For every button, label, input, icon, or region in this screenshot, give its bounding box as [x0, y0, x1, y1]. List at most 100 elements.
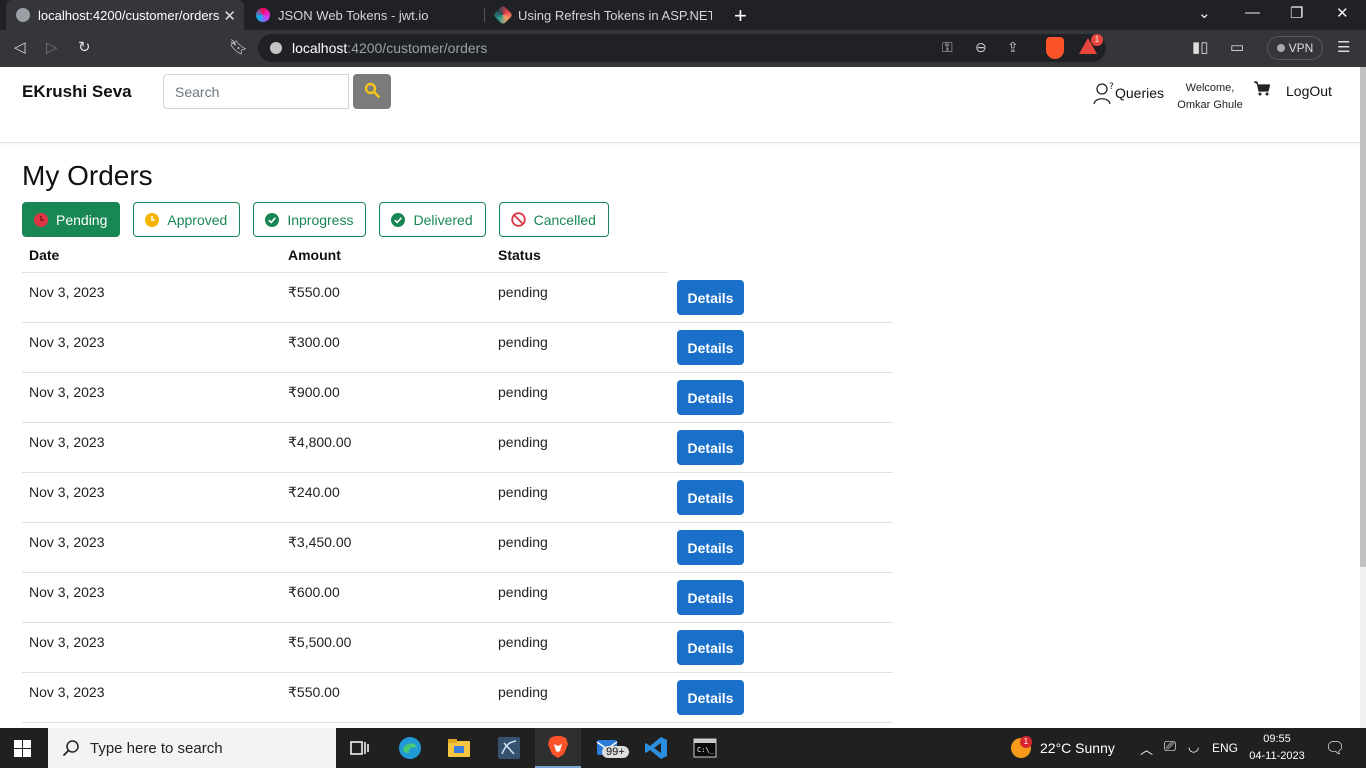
sidebar-icon[interactable]: ▮▯	[1192, 39, 1209, 57]
search-input[interactable]	[163, 74, 349, 109]
order-amount: ₹600.00	[288, 584, 340, 600]
order-date: Nov 3, 2023	[29, 434, 105, 450]
tab-divider	[484, 8, 485, 22]
bookmark-icon[interactable]: 🔖︎	[229, 39, 248, 57]
weather-text[interactable]: 22°C Sunny	[1040, 740, 1115, 756]
edge-browser-icon[interactable]	[387, 728, 433, 768]
weather-badge: 1	[1020, 736, 1032, 748]
filter-label: Inprogress	[287, 211, 354, 228]
check-green-icon	[391, 212, 406, 227]
forward-icon[interactable]: ▷	[46, 39, 58, 57]
vpn-label: VPN	[1288, 41, 1314, 55]
filter-label: Cancelled	[533, 211, 596, 228]
order-status: pending	[498, 384, 548, 400]
details-button[interactable]: Details	[677, 280, 744, 315]
address-bar[interactable]: localhost:4200/customer/orders ⚿ ⊖ ⇪ 1	[258, 34, 1106, 62]
details-button[interactable]: Details	[677, 430, 744, 465]
site-info-icon[interactable]	[270, 42, 282, 54]
logout-link[interactable]: LogOut	[1286, 83, 1332, 99]
table-row: Nov 3, 2023 ₹4,800.00 pending Details	[22, 423, 893, 473]
search-icon	[364, 82, 380, 98]
zoom-icon[interactable]: ⊖	[975, 39, 987, 56]
table-header: Date Amount Status	[22, 241, 668, 273]
back-icon[interactable]: ◁	[14, 39, 26, 57]
queries-link[interactable]: ? Queries	[1093, 81, 1164, 105]
windows-start-icon[interactable]	[14, 740, 31, 757]
search-button[interactable]	[353, 74, 391, 109]
taskbar-search[interactable]: Type here to search	[48, 728, 336, 768]
share-icon[interactable]: ⇪	[1007, 39, 1019, 56]
task-view-icon[interactable]	[337, 728, 383, 768]
filter-approved-button[interactable]: Approved	[133, 202, 241, 237]
brave-shield-icon[interactable]	[1046, 37, 1064, 59]
tab-jwt[interactable]: JSON Web Tokens - jwt.io	[246, 0, 482, 30]
file-explorer-icon[interactable]	[436, 728, 482, 768]
chevron-up-icon[interactable]: ︿	[1140, 739, 1153, 758]
order-status: pending	[498, 334, 548, 350]
terminal-icon[interactable]: C:\_	[682, 728, 728, 768]
brand-logo[interactable]: EKrushi Seva	[22, 82, 132, 102]
mail-icon[interactable]: 99+	[586, 728, 632, 768]
close-tab-icon[interactable]: ✕	[223, 7, 236, 25]
restore-icon[interactable]: ❐	[1290, 4, 1303, 22]
brave-browser-icon[interactable]	[535, 728, 581, 768]
taskbar-clock[interactable]: 09:55 04-11-2023	[1240, 731, 1314, 765]
table-row: Nov 3, 2023 ₹5,500.00 pending Details	[22, 623, 893, 673]
wifi-icon[interactable]: ◡	[1188, 739, 1199, 755]
order-amount: ₹550.00	[288, 284, 340, 300]
language-indicator[interactable]: ENG	[1212, 741, 1238, 755]
order-amount: ₹900.00	[288, 384, 340, 400]
sql-server-icon[interactable]	[486, 728, 532, 768]
details-button[interactable]: Details	[677, 380, 744, 415]
filter-delivered-button[interactable]: Delivered	[379, 202, 486, 237]
order-amount: ₹550.00	[288, 684, 340, 700]
vpn-button[interactable]: VPN	[1267, 36, 1323, 60]
user-name: Omkar Ghule	[1177, 99, 1243, 111]
details-button[interactable]: Details	[677, 630, 744, 665]
tab-orders[interactable]: localhost:4200/customer/orders ✕	[6, 0, 244, 30]
details-button[interactable]: Details	[677, 480, 744, 515]
search-icon	[62, 740, 79, 757]
window-close-icon[interactable]: ✕	[1336, 4, 1349, 22]
clock-red-icon	[34, 212, 48, 227]
filter-pending-button[interactable]: Pending	[22, 202, 121, 237]
page-scrollbar[interactable]	[1360, 67, 1366, 728]
clock-yellow-icon	[145, 212, 160, 227]
url-text[interactable]: localhost:4200/customer/orders	[292, 40, 487, 56]
welcome-text: Welcome, Omkar Ghule	[1172, 80, 1248, 114]
ban-red-icon	[510, 212, 526, 227]
column-header-status: Status	[498, 247, 541, 263]
filter-inprogress-button[interactable]: Inprogress	[253, 202, 367, 237]
cart-icon[interactable]	[1254, 81, 1271, 101]
details-button[interactable]: Details	[677, 580, 744, 615]
reload-icon[interactable]: ↻	[78, 39, 91, 57]
user-question-icon: ?	[1093, 82, 1114, 105]
network-icon[interactable]: ⎚	[1164, 738, 1176, 755]
details-button[interactable]: Details	[677, 680, 744, 715]
jwt-logo-icon	[256, 8, 270, 22]
tab-refresh-tokens[interactable]: Using Refresh Tokens in ASP.NET Core	[486, 0, 722, 30]
order-date: Nov 3, 2023	[29, 634, 105, 650]
key-icon[interactable]: ⚿	[942, 39, 953, 56]
column-header-date: Date	[29, 247, 60, 263]
order-date: Nov 3, 2023	[29, 534, 105, 550]
queries-label: Queries	[1115, 85, 1165, 101]
order-status: pending	[498, 434, 548, 450]
wallet-icon[interactable]: ▭	[1230, 39, 1244, 57]
details-button[interactable]: Details	[677, 530, 744, 565]
status-filter-group: Pending Approved Inprogress Delivered Ca…	[22, 202, 622, 237]
scrollbar-thumb[interactable]	[1360, 67, 1366, 567]
order-date: Nov 3, 2023	[29, 584, 105, 600]
tab-search-icon[interactable]: ⌄	[1198, 4, 1211, 22]
new-tab-icon[interactable]: +	[734, 3, 747, 29]
menu-icon[interactable]: ☰	[1337, 39, 1350, 57]
taskbar-search-placeholder: Type here to search	[90, 739, 223, 757]
minimize-icon[interactable]: —	[1245, 4, 1260, 21]
notifications-icon[interactable]: 🗨︎	[1325, 738, 1345, 758]
details-button[interactable]: Details	[677, 330, 744, 365]
vscode-icon[interactable]	[633, 728, 679, 768]
filter-cancelled-button[interactable]: Cancelled	[498, 202, 609, 237]
table-row: Nov 3, 2023 ₹240.00 pending Details	[22, 473, 893, 523]
order-status: pending	[498, 634, 548, 650]
orders-table: Date Amount Status Nov 3, 2023 ₹550.00 pen…	[22, 241, 893, 723]
